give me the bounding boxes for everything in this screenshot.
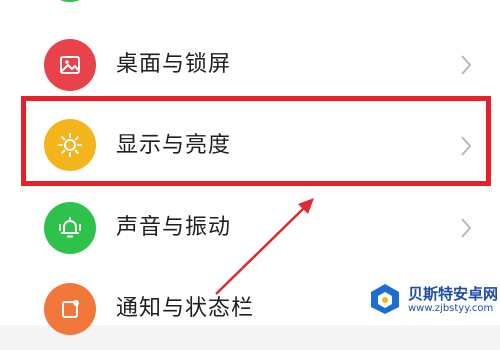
image-icon [44, 39, 96, 91]
settings-item-desktop-lockscreen[interactable]: 桌面与锁屏 [0, 23, 500, 107]
settings-item-label: 通知与状态栏 [116, 296, 255, 321]
settings-item-label: 声音与振动 [116, 215, 232, 240]
chevron-right-icon [458, 54, 474, 76]
highlight-box [21, 96, 491, 186]
watermark-logo-icon [371, 284, 399, 314]
bell-icon [44, 202, 96, 254]
settings-item-sound-vibration[interactable]: 声音与振动 [0, 186, 500, 270]
chevron-right-icon [458, 217, 474, 239]
settings-item-top[interactable] [0, 0, 500, 18]
notification-icon [44, 283, 96, 335]
watermark: 贝斯特安卓网 www.zjbstyy.com [368, 282, 500, 322]
watermark-url: www.zjbstyy.com [408, 303, 494, 314]
green-circle-icon [44, 0, 96, 2]
settings-item-label: 桌面与锁屏 [116, 52, 232, 77]
watermark-title: 贝斯特安卓网 [408, 285, 499, 303]
